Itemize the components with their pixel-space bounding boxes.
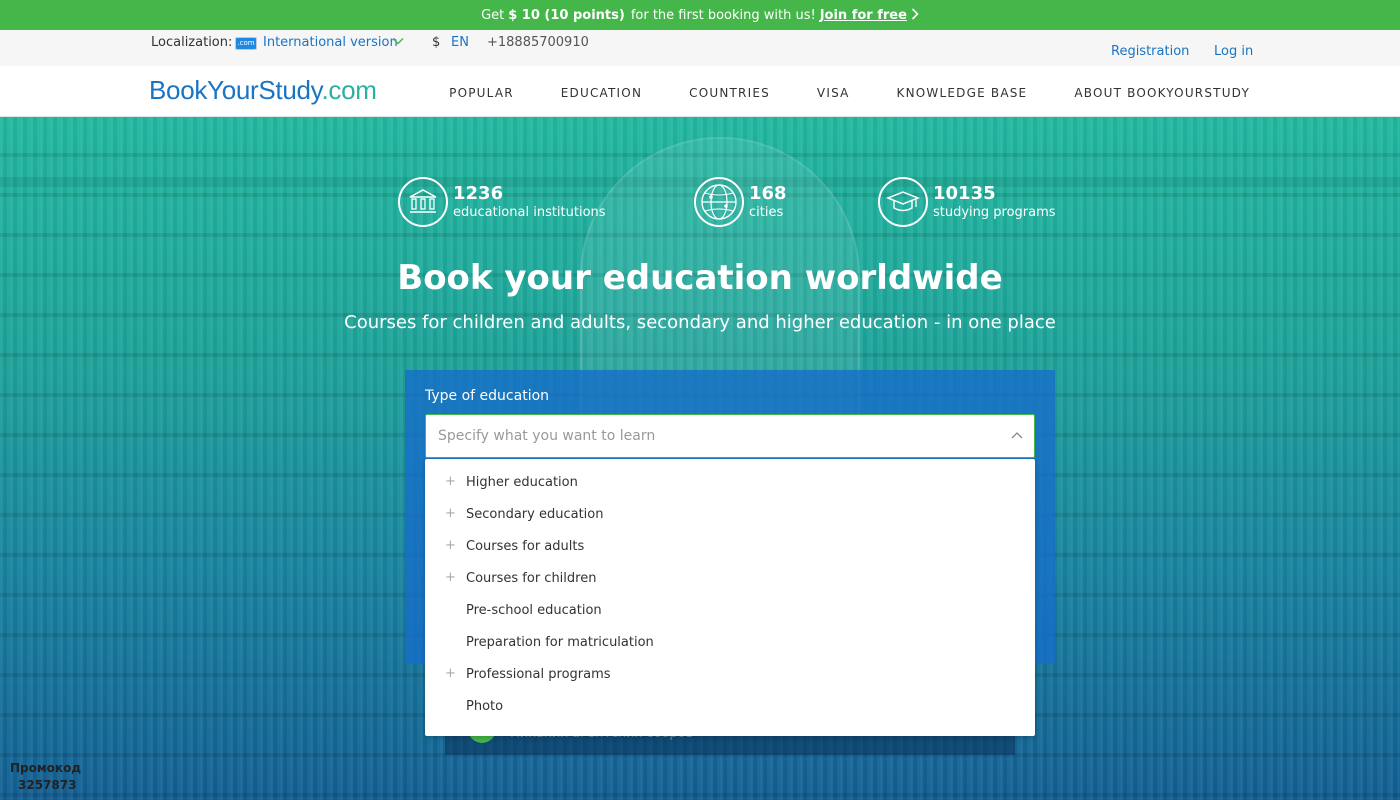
stat-number: 1236: [453, 182, 504, 204]
promo-code-value: 3257873: [18, 778, 77, 792]
utility-bar: Localization: .com International version…: [0, 30, 1400, 66]
option-label: Professional programs: [466, 667, 611, 682]
nav-knowledge-base[interactable]: KNOWLEDGE BASE: [897, 86, 1028, 100]
stat-programs: 10135 studying programs: [878, 177, 1056, 227]
join-for-free-link[interactable]: Join for free: [820, 8, 907, 23]
stat-label: studying programs: [933, 204, 1056, 220]
currency-selector[interactable]: $: [432, 35, 440, 50]
version-selector[interactable]: International version: [263, 35, 398, 50]
promo-amount: $ 10 (10 points): [508, 7, 625, 23]
nav-about[interactable]: ABOUT BOOKYOURSTUDY: [1074, 86, 1250, 100]
dropdown-option-professional-programs[interactable]: + Professional programs: [425, 659, 1035, 691]
stat-number: 10135: [933, 182, 996, 204]
education-type-label: Type of education: [425, 388, 550, 404]
stat-cities: 168 cities: [694, 177, 787, 227]
localization-label: Localization:: [151, 35, 233, 50]
option-label: Secondary education: [466, 507, 604, 522]
education-type-dropdown: + Higher education + Secondary education…: [425, 459, 1035, 736]
hero-subtitle: Courses for children and adults, seconda…: [344, 312, 1056, 333]
dropdown-option-matriculation[interactable]: Preparation for matriculation: [425, 627, 1035, 659]
promo-text-after: for the first booking with us!: [630, 7, 816, 23]
stat-institutions: 1236 educational institutions: [398, 177, 606, 227]
option-label: Preparation for matriculation: [466, 635, 654, 650]
option-label: Pre-school education: [466, 603, 602, 618]
language-selector[interactable]: EN: [451, 35, 469, 50]
promo-code-badge: Промокод 3257873: [10, 760, 81, 794]
logo-text-domain: .com: [321, 75, 377, 105]
dropdown-option-pre-school[interactable]: Pre-school education: [425, 595, 1035, 627]
option-label: Courses for adults: [466, 539, 585, 554]
main-nav: POPULAR EDUCATION COUNTRIES VISA KNOWLED…: [402, 86, 1250, 100]
stat-label: cities: [749, 204, 784, 220]
main-header: BookYourStudy.com POPULAR EDUCATION COUN…: [0, 66, 1400, 117]
nav-education[interactable]: EDUCATION: [561, 86, 642, 100]
dropdown-option-secondary-education[interactable]: + Secondary education: [425, 499, 1035, 531]
stat-label: educational institutions: [453, 204, 606, 220]
chevron-up-icon[interactable]: [1010, 425, 1024, 449]
option-label: Courses for children: [466, 571, 597, 586]
site-logo[interactable]: BookYourStudy.com: [149, 75, 377, 106]
option-label: Photo: [466, 699, 504, 714]
hero-section: 1236 educational institutions 168 cities: [0, 117, 1400, 800]
dropdown-option-courses-for-children[interactable]: + Courses for children: [425, 563, 1035, 595]
stat-number: 168: [749, 182, 787, 204]
promo-bar: Get $ 10 (10 points) for the first booki…: [0, 0, 1400, 30]
hero-title: Book your education worldwide: [397, 258, 1003, 298]
chevron-down-icon[interactable]: [392, 34, 404, 48]
option-label: Higher education: [466, 475, 578, 490]
promo-text-before: Get: [481, 7, 505, 23]
plus-icon[interactable]: +: [445, 666, 456, 681]
chevron-right-icon: [911, 7, 919, 23]
phone-number[interactable]: +18885700910: [487, 35, 589, 50]
domain-flag-icon: .com: [235, 37, 257, 50]
plus-icon[interactable]: +: [445, 474, 456, 489]
nav-popular[interactable]: POPULAR: [449, 86, 514, 100]
institution-icon: [398, 177, 448, 227]
logo-text-main: BookYourStudy: [149, 75, 322, 105]
globe-icon: [694, 177, 744, 227]
nav-visa[interactable]: VISA: [817, 86, 850, 100]
graduation-cap-icon: [878, 177, 928, 227]
education-type-placeholder: Specify what you want to learn: [438, 428, 656, 444]
dropdown-option-higher-education[interactable]: + Higher education: [425, 467, 1035, 499]
plus-icon[interactable]: +: [445, 570, 456, 585]
nav-countries[interactable]: COUNTRIES: [689, 86, 770, 100]
login-link[interactable]: Log in: [1214, 44, 1253, 59]
education-type-select[interactable]: Specify what you want to learn: [425, 414, 1035, 458]
promo-code-label: Промокод: [10, 761, 82, 775]
plus-icon[interactable]: +: [445, 538, 456, 553]
dropdown-option-photo[interactable]: Photo: [425, 691, 1035, 723]
plus-icon[interactable]: +: [445, 506, 456, 521]
registration-link[interactable]: Registration: [1111, 44, 1189, 59]
dropdown-option-courses-for-adults[interactable]: + Courses for adults: [425, 531, 1035, 563]
